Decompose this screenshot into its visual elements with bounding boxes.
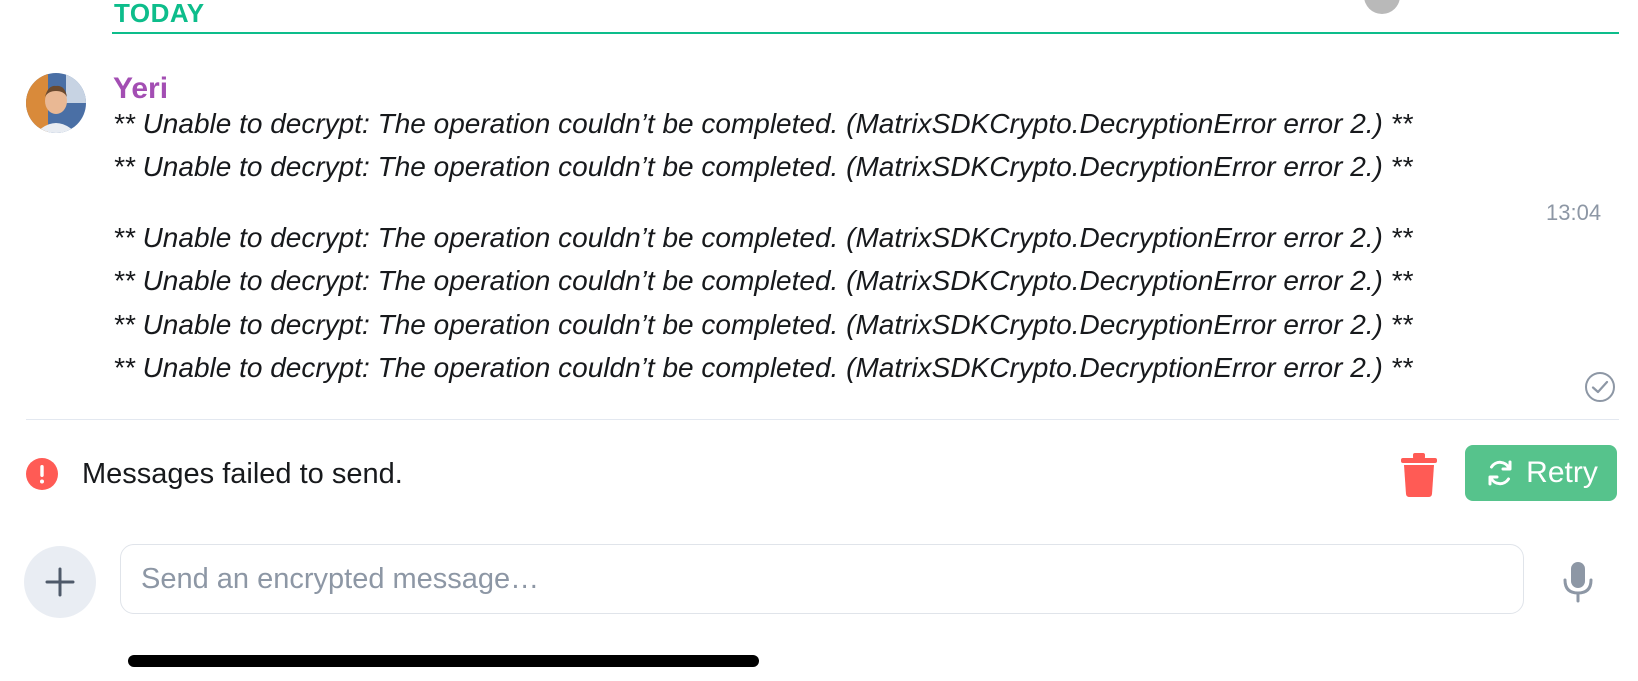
room-timeline-screen: TODAY Yeri ** Unable to decrypt: The ope… <box>0 0 1638 681</box>
retry-button[interactable]: Retry <box>1465 445 1617 501</box>
date-separator-label: TODAY <box>114 0 205 28</box>
message-body[interactable]: ** Unable to decrypt: The operation coul… <box>113 151 1412 183</box>
microphone-icon[interactable] <box>1560 560 1596 604</box>
message-body[interactable]: ** Unable to decrypt: The operation coul… <box>113 108 1412 140</box>
failed-to-send-text: Messages failed to send. <box>82 458 403 490</box>
retry-button-label: Retry <box>1526 456 1598 489</box>
attach-button[interactable] <box>24 546 96 618</box>
refresh-icon <box>1488 460 1512 486</box>
message-body[interactable]: ** Unable to decrypt: The operation coul… <box>113 265 1412 297</box>
plus-icon <box>45 567 75 597</box>
message-timestamp: 13:04 <box>1546 200 1602 225</box>
sender-name[interactable]: Yeri <box>113 72 168 106</box>
divider <box>26 419 1619 420</box>
sender-avatar[interactable] <box>26 73 86 133</box>
message-body[interactable]: ** Unable to decrypt: The operation coul… <box>113 352 1412 384</box>
exclamation-circle-icon <box>26 458 58 490</box>
sent-check-icon <box>1585 372 1615 402</box>
trash-icon[interactable] <box>1397 452 1441 498</box>
message-body[interactable]: ** Unable to decrypt: The operation coul… <box>113 222 1412 254</box>
message-composer-input[interactable] <box>120 544 1524 614</box>
home-indicator <box>128 655 759 667</box>
message-body[interactable]: ** Unable to decrypt: The operation coul… <box>113 309 1412 341</box>
